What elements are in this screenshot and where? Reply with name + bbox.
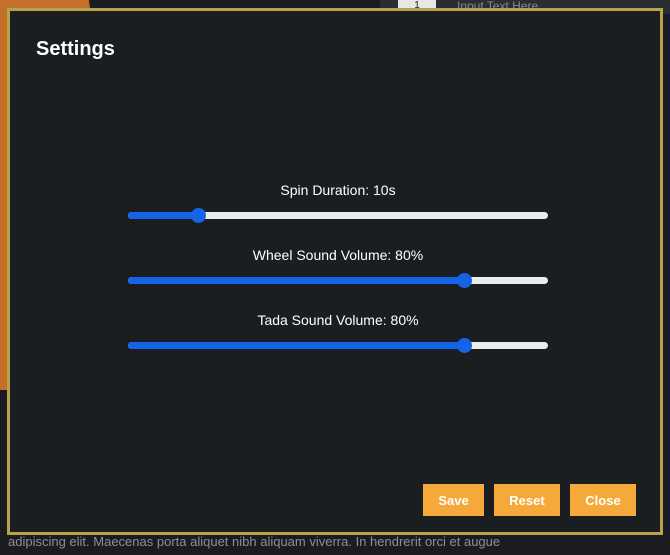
reset-button[interactable]: Reset: [494, 484, 560, 516]
wheel-sound-volume-setting: Wheel Sound Volume: 80%: [128, 247, 548, 288]
tada-sound-volume-label: Tada Sound Volume: 80%: [257, 312, 419, 328]
slider-thumb[interactable]: [457, 338, 472, 353]
spin-duration-slider[interactable]: [128, 208, 548, 223]
modal-title: Settings: [36, 38, 115, 60]
slider-fill: [128, 277, 464, 284]
tada-sound-volume-setting: Tada Sound Volume: 80%: [128, 312, 548, 353]
slider-thumb[interactable]: [457, 273, 472, 288]
save-button[interactable]: Save: [423, 484, 484, 516]
settings-modal: Settings Spin Duration: 10s Wheel Sound …: [7, 8, 663, 535]
spin-duration-label: Spin Duration: 10s: [280, 182, 396, 198]
wheel-sound-volume-label: Wheel Sound Volume: 80%: [252, 247, 424, 263]
slider-fill: [128, 212, 199, 219]
slider-thumb[interactable]: [191, 208, 207, 223]
slider-fill: [128, 342, 464, 349]
tada-sound-volume-slider[interactable]: [128, 338, 548, 353]
close-button[interactable]: Close: [570, 484, 636, 516]
wheel-sound-volume-slider[interactable]: [128, 273, 548, 288]
background-paragraph: adipiscing elit. Maecenas porta aliquet …: [8, 534, 501, 549]
spin-duration-setting: Spin Duration: 10s: [128, 182, 548, 223]
